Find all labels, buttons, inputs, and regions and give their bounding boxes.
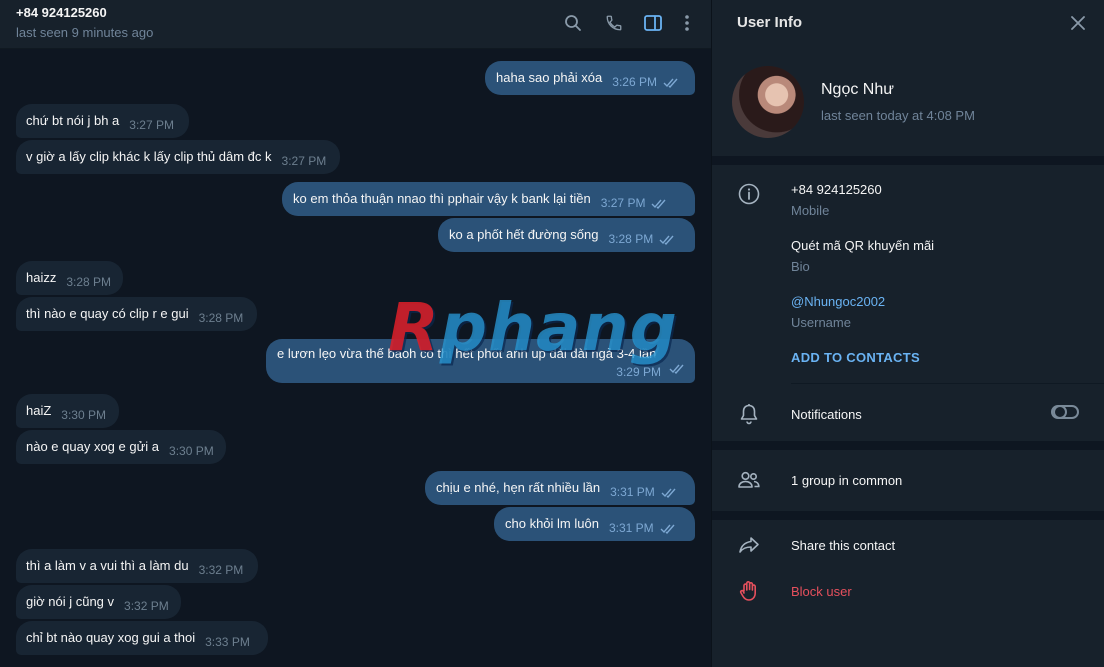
add-to-contacts-button[interactable]: ADD TO CONTACTS [791, 350, 920, 365]
message-text: haizz [26, 270, 57, 285]
message-time: 3:28 PM [66, 275, 112, 289]
username-link[interactable]: @Nhungoc2002 [791, 294, 885, 309]
message-time: 3:29 PM [616, 365, 661, 379]
message-list[interactable]: haha sao phải xóa 3:26 PM chứ bt nói j bh… [0, 49, 711, 667]
read-ticks-icon [661, 477, 677, 511]
message-time: 3:27 PM [600, 196, 646, 210]
message-time: 3:26 PM [612, 75, 657, 89]
section-divider [712, 511, 1104, 520]
message-time: 3:28 PM [608, 232, 654, 246]
chat-title[interactable]: +84 924125260 [16, 5, 107, 20]
message-bubble-incoming[interactable]: chứ bt nói j bh a 3:27 PM [16, 104, 189, 138]
bio-text[interactable]: Quét mã QR khuyến mãi [791, 238, 934, 253]
message-text: ko em thỏa thuận nnao thì pphair vậy k b… [293, 191, 591, 206]
toggle-knob [1053, 405, 1067, 419]
message-time: 3:27 PM [129, 118, 174, 132]
message-bubble-incoming[interactable]: v giờ a lấy clip khác k lấy clip thủ dâm… [16, 140, 340, 174]
section-divider [712, 441, 1104, 450]
search-icon[interactable] [562, 12, 584, 34]
message-text: v giờ a lấy clip khác k lấy clip thủ dâm… [26, 149, 272, 164]
chat-pane: +84 924125260 last seen 9 minutes ago ha… [0, 0, 711, 667]
phone-number[interactable]: +84 924125260 [791, 182, 882, 197]
message-text: chịu e nhé, hẹn rất nhiều lần [436, 480, 601, 495]
avatar[interactable] [732, 66, 804, 138]
read-ticks-icon [663, 67, 679, 101]
message-text: haiZ [26, 403, 52, 418]
phone-label: Mobile [791, 203, 830, 218]
user-info-panel: User Info Ngọc Như last seen today at 4:… [711, 0, 1104, 667]
read-ticks-icon [669, 361, 685, 379]
message-text: thì nào e quay có clip r e gui [26, 306, 189, 321]
notifications-toggle[interactable] [1051, 405, 1079, 419]
message-text: nào e quay xog e gửi a [26, 439, 160, 454]
username-label: Username [791, 315, 851, 330]
message-text: chứ bt nói j bh a [26, 113, 120, 128]
info-icon [736, 181, 762, 207]
block-user-button[interactable]: Block user [791, 584, 852, 599]
message-text: e lươn lẹo vừa thế baoh có thì hết phốt … [277, 346, 657, 361]
message-time: 3:32 PM [198, 563, 244, 577]
message-text: thì a làm v a vui thì a làm du [26, 558, 189, 573]
share-icon [736, 532, 762, 558]
message-time: 3:30 PM [169, 444, 214, 458]
message-bubble-outgoing[interactable]: haha sao phải xóa 3:26 PM [485, 61, 695, 95]
message-time: 3:31 PM [610, 485, 655, 499]
message-bubble-outgoing[interactable]: cho khỏi lm luôn 3:31 PM [494, 507, 695, 541]
message-text: chỉ bt nào quay xog gui a thoi [26, 630, 196, 645]
message-bubble-incoming[interactable]: haiZ 3:30 PM [16, 394, 119, 428]
section-divider [712, 156, 1104, 165]
bio-label: Bio [791, 259, 810, 274]
message-text: ko a phốt hết đường sống [449, 227, 599, 242]
panel-title: User Info [737, 14, 803, 31]
block-hand-icon [736, 578, 762, 604]
message-bubble-incoming[interactable]: chỉ bt nào quay xog gui a thoi 3:33 PM [16, 621, 268, 655]
message-text: cho khỏi lm luôn [505, 516, 599, 531]
message-bubble-outgoing[interactable]: e lươn lẹo vừa thế baoh có thì hết phốt … [266, 339, 695, 383]
notifications-label: Notifications [791, 407, 862, 422]
message-bubble-outgoing[interactable]: chịu e nhé, hẹn rất nhiều lần 3:31 PM [425, 471, 695, 505]
chat-header[interactable]: +84 924125260 last seen 9 minutes ago [0, 0, 711, 49]
message-time: 3:30 PM [61, 408, 106, 422]
message-text: haha sao phải xóa [496, 70, 603, 85]
message-bubble-incoming[interactable]: nào e quay xog e gửi a 3:30 PM [16, 430, 226, 464]
message-bubble-incoming[interactable]: haizz 3:28 PM [16, 261, 123, 295]
message-bubble-incoming[interactable]: thì nào e quay có clip r e gui 3:28 PM [16, 297, 257, 331]
message-time: 3:28 PM [198, 311, 244, 325]
message-time: 3:32 PM [124, 599, 169, 613]
message-time: 3:27 PM [281, 154, 327, 168]
sidebar-toggle-icon[interactable] [642, 12, 664, 34]
message-bubble-outgoing[interactable]: ko em thỏa thuận nnao thì pphair vậy k b… [282, 182, 695, 216]
message-bubble-incoming[interactable]: giờ nói j cũng v 3:32 PM [16, 585, 181, 619]
profile-name: Ngọc Như [821, 81, 894, 98]
chat-status: last seen 9 minutes ago [16, 25, 154, 40]
message-text: giờ nói j cũng v [26, 594, 115, 609]
message-bubble-outgoing[interactable]: ko a phốt hết đường sống 3:28 PM [438, 218, 695, 252]
message-time: 3:33 PM [205, 635, 250, 649]
message-bubble-incoming[interactable]: thì a làm v a vui thì a làm du 3:32 PM [16, 549, 258, 583]
read-ticks-icon [660, 513, 676, 547]
share-contact-button[interactable]: Share this contact [791, 538, 895, 553]
group-icon [736, 467, 762, 493]
message-time: 3:31 PM [608, 521, 654, 535]
more-vertical-icon[interactable] [676, 12, 698, 34]
profile-last-seen: last seen today at 4:08 PM [821, 108, 975, 123]
bell-icon [736, 401, 762, 427]
read-ticks-icon [659, 224, 675, 258]
groups-in-common[interactable]: 1 group in common [791, 473, 902, 488]
divider-line [791, 383, 1104, 384]
close-icon[interactable] [1067, 12, 1089, 34]
read-ticks-icon [651, 188, 667, 222]
phone-icon[interactable] [603, 12, 625, 34]
